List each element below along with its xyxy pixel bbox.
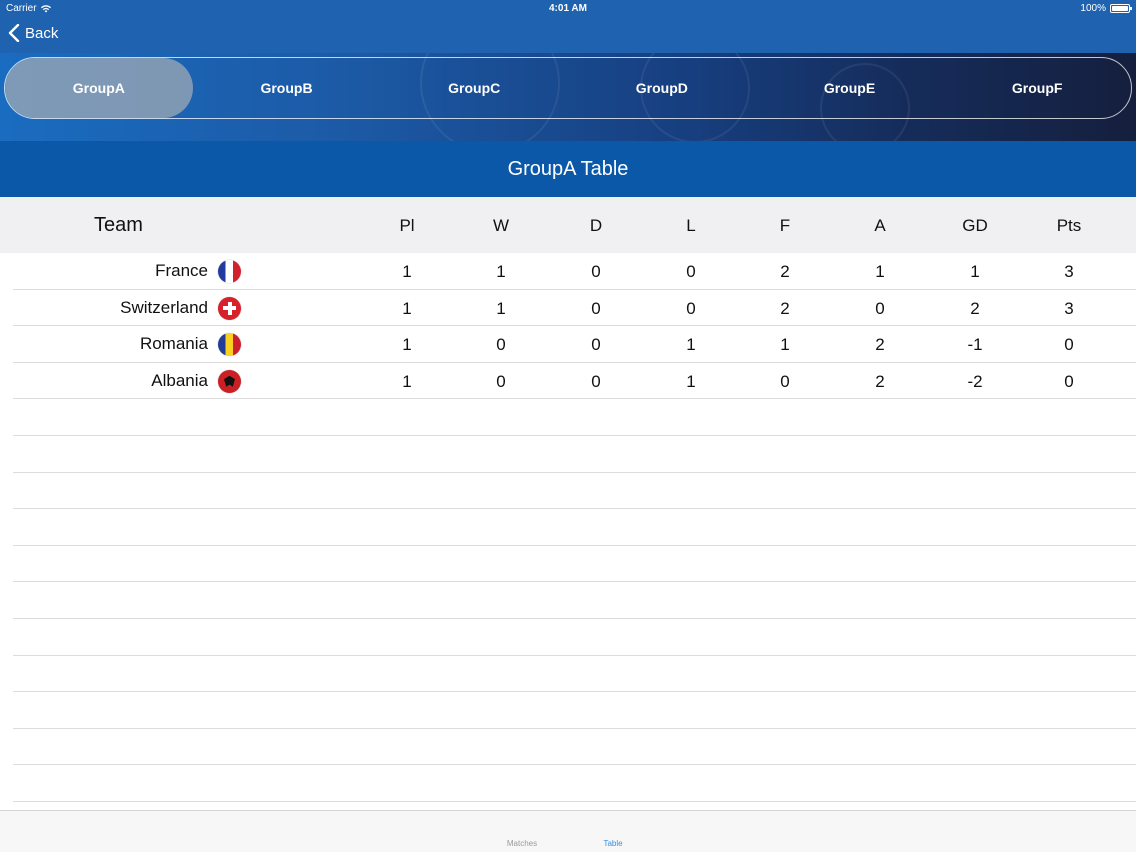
group-tab-d[interactable]: GroupD	[568, 58, 756, 118]
empty-row	[0, 546, 1136, 583]
team-name: Albania	[151, 370, 208, 390]
navigation-bar: Carrier 4:01 AM 100% Back	[0, 0, 1136, 53]
header-team: Team	[94, 214, 143, 236]
romania-flag-icon	[218, 333, 241, 357]
table-row[interactable]: Romania 1 0 0 1 1 2 -1 0	[0, 326, 1136, 363]
battery-label: 100%	[1080, 3, 1106, 14]
header-points: Pts	[1056, 216, 1082, 235]
header-won: W	[492, 216, 510, 235]
empty-row	[0, 692, 1136, 729]
played-value: 1	[402, 335, 412, 355]
group-tab-f[interactable]: GroupF	[943, 58, 1131, 118]
lost-value: 1	[686, 371, 696, 391]
status-time: 4:01 AM	[549, 3, 587, 14]
won-value: 0	[496, 371, 506, 391]
row-divider	[13, 800, 1136, 802]
goals-for-value: 2	[780, 262, 790, 281]
france-flag-icon	[218, 260, 241, 283]
empty-row	[0, 729, 1136, 766]
empty-row	[0, 436, 1136, 473]
goals-for-value: 0	[780, 371, 790, 391]
played-value: 1	[402, 262, 412, 281]
played-value: 1	[402, 371, 412, 391]
status-bar: Carrier 4:01 AM 100%	[0, 0, 1136, 17]
header-played: Pl	[399, 216, 415, 235]
group-segmented-control: GroupA GroupB GroupC GroupD GroupE Group…	[4, 57, 1132, 119]
header-goals-against: A	[874, 216, 886, 235]
group-tab-a[interactable]: GroupA	[5, 58, 193, 118]
points-value: 0	[1064, 371, 1074, 391]
header-goal-difference: GD	[962, 216, 988, 235]
team-name: France	[155, 261, 208, 280]
lost-value: 0	[686, 262, 696, 281]
header-drawn: D	[589, 216, 603, 235]
points-value: 3	[1064, 298, 1074, 318]
lost-value: 0	[686, 298, 696, 318]
chevron-left-icon	[8, 24, 20, 42]
played-value: 1	[402, 298, 412, 318]
table-row[interactable]: Switzerland 1 1 0 0 2 0 2 3	[0, 290, 1136, 327]
goal-difference-value: -2	[967, 371, 983, 391]
empty-row	[0, 619, 1136, 656]
battery-indicator: 100%	[1080, 3, 1132, 14]
goal-difference-value: 2	[970, 298, 980, 318]
standings-list: France 1 1 0 0 2 1 1 3 Switzerland 1 1 0…	[0, 253, 1136, 802]
won-value: 1	[496, 262, 506, 281]
battery-icon	[1110, 4, 1132, 13]
empty-row	[0, 656, 1136, 693]
points-value: 0	[1064, 335, 1074, 355]
table-title: GroupA Table	[0, 141, 1136, 197]
goals-against-value: 1	[875, 262, 885, 281]
team-name: Switzerland	[120, 297, 208, 317]
drawn-value: 0	[591, 298, 601, 318]
table-row[interactable]: France 1 1 0 0 2 1 1 3	[0, 253, 1136, 290]
group-selector-banner: GroupA GroupB GroupC GroupD GroupE Group…	[0, 53, 1136, 141]
header-goals-for: F	[779, 216, 791, 235]
bottom-tab-bar: Matches Table	[0, 810, 1136, 852]
goals-against-value: 0	[875, 298, 885, 318]
goals-against-value: 2	[875, 335, 885, 355]
back-label: Back	[25, 24, 59, 42]
empty-row	[0, 509, 1136, 546]
lost-value: 1	[686, 335, 696, 355]
group-tab-c[interactable]: GroupC	[380, 58, 568, 118]
group-tab-e[interactable]: GroupE	[756, 58, 944, 118]
tab-matches[interactable]: Matches	[492, 839, 552, 848]
goal-difference-value: -1	[967, 335, 983, 355]
points-value: 3	[1064, 262, 1074, 281]
team-name: Romania	[139, 334, 208, 354]
empty-row	[0, 473, 1136, 510]
header-lost: L	[686, 216, 696, 235]
won-value: 1	[496, 298, 506, 318]
tab-table[interactable]: Table	[583, 839, 643, 848]
albania-flag-icon	[218, 369, 241, 393]
goals-against-value: 2	[875, 371, 885, 391]
drawn-value: 0	[591, 262, 601, 281]
table-row[interactable]: Albania 1 0 0 1 0 2 -2 0	[0, 363, 1136, 400]
goals-for-value: 1	[780, 335, 790, 355]
empty-row	[0, 399, 1136, 436]
empty-row	[0, 765, 1136, 802]
switzerland-flag-icon	[218, 296, 241, 320]
group-tab-b[interactable]: GroupB	[193, 58, 381, 118]
won-value: 0	[496, 335, 506, 355]
back-button[interactable]: Back	[8, 24, 58, 42]
app-root: Carrier 4:01 AM 100% Back GroupA GroupB …	[0, 0, 1136, 852]
table-header: Team Pl W D L F A GD Pts	[0, 197, 1136, 253]
drawn-value: 0	[591, 371, 601, 391]
drawn-value: 0	[591, 335, 601, 355]
empty-row	[0, 582, 1136, 619]
goals-for-value: 2	[780, 298, 790, 318]
goal-difference-value: 1	[970, 262, 980, 281]
